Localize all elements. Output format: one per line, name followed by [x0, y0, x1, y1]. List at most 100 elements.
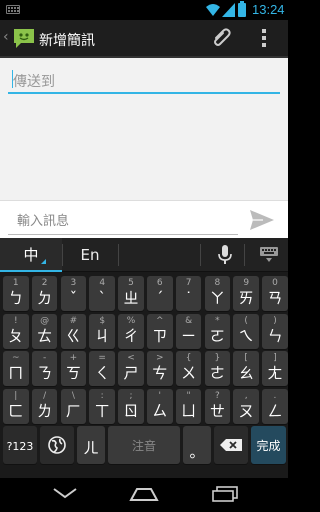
message-input-underline	[8, 234, 238, 235]
key[interactable]: * ㄛ	[204, 314, 231, 349]
key-hint: "	[186, 391, 191, 401]
key-label: ㄔ	[123, 327, 139, 345]
key-hint: '	[158, 391, 162, 401]
key[interactable]: ' ㄙ	[147, 389, 173, 424]
key[interactable]: > ㄘ	[147, 351, 173, 386]
attach-icon[interactable]	[209, 26, 233, 50]
recent-apps-icon[interactable]	[211, 486, 239, 502]
key[interactable]: 8ㄚ	[204, 276, 231, 311]
recipient-placeholder: 傳送到	[13, 74, 55, 90]
key-label: ㄝ	[209, 402, 225, 420]
key[interactable]: -ㄋ	[31, 351, 58, 386]
key-label: ㄅ	[8, 289, 24, 307]
key[interactable]: ] ㄤ	[262, 351, 288, 386]
key-hint: 9	[243, 278, 250, 288]
key[interactable]: @ ㄊ	[31, 314, 58, 349]
keyboard: 中 En 1 ㄅ 2 ㄉ 3 ˇ 4 ˋ 5 ㄓ 6 ˊ 7 ˙ 8 ㄚ 9 ㄞ 0 ㄢ ! ㄆ @ ㄊ # ㄍ $ ㄐ% ㄔ ^ ㄗ & ㄧ *…	[0, 238, 288, 478]
messaging-app-icon[interactable]	[12, 26, 36, 50]
key[interactable]: 4ˋ	[89, 276, 115, 311]
globe-key[interactable]	[40, 426, 74, 464]
key[interactable]: " ㄩ	[175, 389, 202, 424]
compose-bar: 輸入訊息	[0, 200, 288, 238]
key[interactable]: < ㄕ	[118, 351, 144, 386]
key[interactable]: 1ㄅ	[3, 276, 29, 311]
key-hint: 8	[214, 278, 221, 288]
key[interactable]: % ㄔ	[118, 314, 144, 349]
key-label: ㄋ	[37, 364, 53, 382]
key[interactable]: $ ㄐ	[89, 314, 115, 349]
symbols-key[interactable]: ?123	[3, 426, 37, 464]
key[interactable]: \ ㄏ	[60, 389, 87, 424]
key[interactable]: [ㄠ	[233, 351, 259, 386]
key[interactable]: .ㄥ	[262, 389, 288, 424]
home-icon[interactable]	[129, 486, 159, 502]
key-label: ㄨ	[181, 364, 197, 382]
key[interactable]: (ㄟ	[233, 314, 259, 349]
chinese-mode-tab[interactable]: 中	[0, 238, 62, 272]
message-input[interactable]: 輸入訊息	[17, 210, 69, 229]
key-hint: :	[100, 391, 104, 401]
wifi-icon	[206, 4, 220, 16]
key-label: ㄧ	[181, 327, 197, 345]
key-label: ㄊ	[37, 327, 53, 345]
key[interactable]: 2ㄉ	[31, 276, 58, 311]
key[interactable]: } ㄜ	[204, 351, 231, 386]
divider	[200, 244, 201, 266]
overflow-menu-icon[interactable]	[262, 29, 266, 50]
key[interactable]: 6ˊ	[147, 276, 173, 311]
key-hint: 2	[41, 278, 48, 288]
up-chevron-icon[interactable]: ‹	[3, 29, 9, 45]
key[interactable]: / ㄌ	[31, 389, 58, 424]
key[interactable]: + ㄎ	[60, 351, 87, 386]
key[interactable]: ^ ㄗ	[147, 314, 173, 349]
keyboard-hide-icon[interactable]	[260, 247, 278, 263]
key-hint: 7	[185, 278, 192, 288]
key[interactable]: 9ㄞ	[233, 276, 259, 311]
recipient-field[interactable]: 傳送到	[8, 66, 280, 94]
key-label: ㄓ	[123, 289, 139, 307]
microphone-icon[interactable]	[218, 245, 232, 265]
key-hint: 0	[272, 278, 278, 288]
key-label: ㄙ	[152, 402, 168, 420]
key-hint: )	[273, 316, 277, 326]
key-label: ㄕ	[123, 364, 139, 382]
key[interactable]: ? ㄝ	[204, 389, 231, 424]
key[interactable]: 5ㄓ	[118, 276, 144, 311]
key-label: ㄟ	[238, 327, 254, 345]
action-bar: ‹ 新增簡訊	[0, 20, 288, 58]
key-hint: 6	[156, 278, 163, 288]
key[interactable]: & ㄧ	[175, 314, 202, 349]
key-hint: ^	[156, 316, 164, 326]
key-hint: .	[273, 391, 277, 401]
english-mode-tab[interactable]: En	[62, 238, 118, 272]
key[interactable]: | ㄈ	[3, 389, 29, 424]
key-label: ㄈ	[8, 402, 24, 420]
key-hint: >	[156, 353, 164, 363]
key-hint: /	[43, 391, 47, 401]
status-bar: 13:24	[0, 0, 288, 20]
er-key[interactable]: ㄦ	[77, 426, 105, 464]
key[interactable]: = ㄑ	[89, 351, 115, 386]
key[interactable]: # ㄍ	[60, 314, 87, 349]
key[interactable]: ; ㄖ	[118, 389, 144, 424]
key[interactable]: ! ㄆ	[3, 314, 29, 349]
key[interactable]: :ㄒ	[89, 389, 115, 424]
backspace-key[interactable]	[214, 426, 248, 464]
key-label: ㄣ	[267, 327, 283, 345]
key[interactable]: {ㄨ	[175, 351, 202, 386]
send-icon[interactable]	[249, 209, 275, 231]
done-key[interactable]: 完成	[251, 426, 286, 464]
keyboard-mode-bar: 中 En	[0, 238, 288, 272]
key[interactable]: ~ ㄇ	[3, 351, 29, 386]
key[interactable]: ) ㄣ	[262, 314, 288, 349]
key[interactable]: 3ˇ	[60, 276, 87, 311]
period-key[interactable]: 。	[183, 426, 211, 464]
key[interactable]: ,ㄡ	[233, 389, 259, 424]
key-label: ㄠ	[238, 364, 254, 382]
key-label: ㄤ	[267, 364, 283, 382]
key[interactable]: 0ㄢ	[262, 276, 288, 311]
space-key[interactable]: 注音	[108, 426, 180, 464]
divider	[244, 244, 245, 266]
key[interactable]: 7 ˙	[175, 276, 202, 311]
back-icon[interactable]	[52, 486, 78, 500]
